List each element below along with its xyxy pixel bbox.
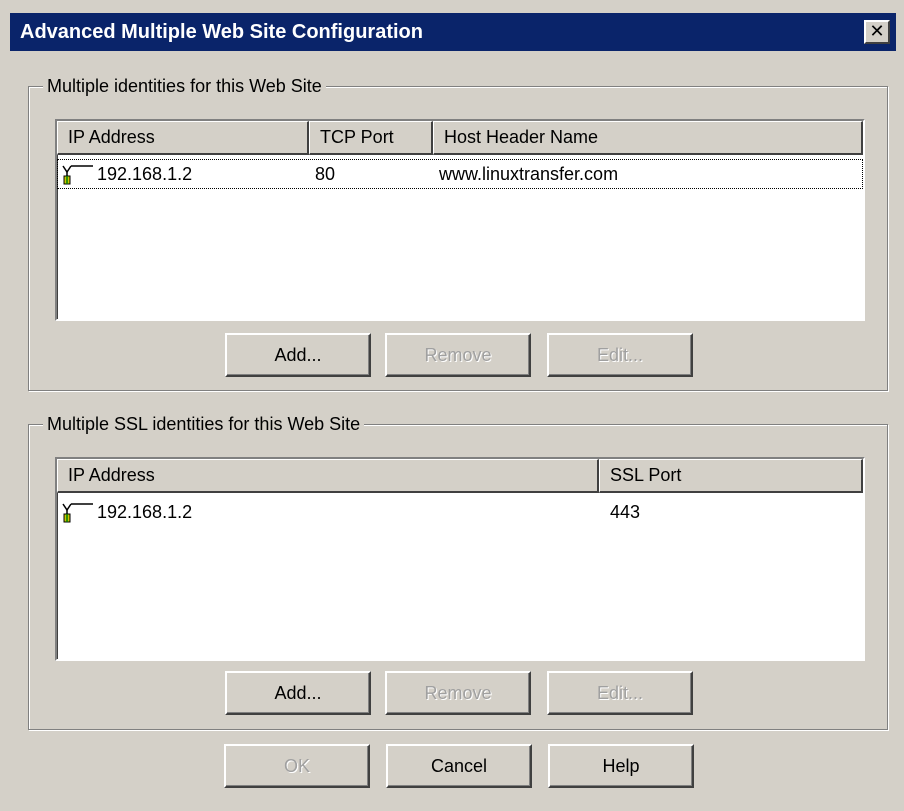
ssl-identities-group-label: Multiple SSL identities for this Web Sit… [43, 413, 365, 435]
identities-list-header: IP Address TCP Port Host Header Name [57, 121, 863, 155]
dialog-window: Advanced Multiple Web Site Configuration… [0, 0, 904, 811]
ok-button[interactable]: OK [224, 744, 370, 788]
identities-port-cell: 80 [315, 164, 336, 184]
column-header-tcp-port[interactable]: TCP Port [309, 121, 433, 155]
ssl-ip-cell: 192.168.1.2 [97, 502, 193, 522]
column-header-ssl-port[interactable]: SSL Port [599, 459, 863, 493]
window-title: Advanced Multiple Web Site Configuration [20, 21, 423, 43]
ssl-identities-row[interactable]: 192.168.1.2 443 [57, 497, 863, 527]
ssl-identities-group: Multiple SSL identities for this Web Sit… [28, 413, 888, 730]
cancel-button-label: Cancel [430, 756, 488, 776]
identities-edit-button[interactable]: Edit... [547, 333, 693, 377]
ssl-port-cell: 443 [610, 502, 641, 522]
identities-list[interactable]: IP Address TCP Port Host Header Name 192… [55, 119, 865, 321]
network-plug-icon [62, 503, 93, 523]
ssl-edit-button[interactable]: Edit... [547, 671, 693, 715]
network-plug-icon [62, 165, 93, 185]
column-header-ip-address[interactable]: IP Address [57, 121, 309, 155]
ssl-list-header: IP Address SSL Port [57, 459, 863, 493]
identities-add-button[interactable]: Add... [225, 333, 371, 377]
help-button[interactable]: Help [548, 744, 694, 788]
identities-remove-button[interactable]: Remove [385, 333, 531, 377]
ssl-add-button-label: Add... [274, 683, 322, 703]
column-header-ssl-ip-address[interactable]: IP Address [57, 459, 599, 493]
help-button-label: Help [602, 756, 640, 776]
identities-group: Multiple identities for this Web Site IP… [28, 75, 888, 391]
identities-row[interactable]: 192.168.1.2 80 www.linuxtransfer.com [57, 159, 863, 189]
identities-ip-cell: 192.168.1.2 [97, 164, 193, 184]
identities-add-button-label: Add... [274, 345, 322, 365]
identities-remove-button-label: Remove [424, 345, 492, 365]
ok-button-label: OK [283, 756, 310, 776]
ssl-remove-button-label: Remove [424, 683, 492, 703]
ssl-edit-button-label: Edit... [596, 683, 644, 703]
close-icon: ✕ [869, 21, 885, 41]
ssl-add-button[interactable]: Add... [225, 671, 371, 715]
close-button[interactable]: ✕ [864, 20, 890, 44]
identities-group-label: Multiple identities for this Web Site [43, 75, 326, 97]
identities-edit-button-label: Edit... [596, 345, 644, 365]
ssl-remove-button[interactable]: Remove [385, 671, 531, 715]
cancel-button[interactable]: Cancel [386, 744, 532, 788]
title-bar[interactable]: Advanced Multiple Web Site Configuration… [10, 13, 896, 51]
column-header-host-header-name[interactable]: Host Header Name [433, 121, 863, 155]
identities-host-cell: www.linuxtransfer.com [439, 164, 619, 184]
ssl-identities-list[interactable]: IP Address SSL Port 192.168.1.2 443 [55, 457, 865, 661]
